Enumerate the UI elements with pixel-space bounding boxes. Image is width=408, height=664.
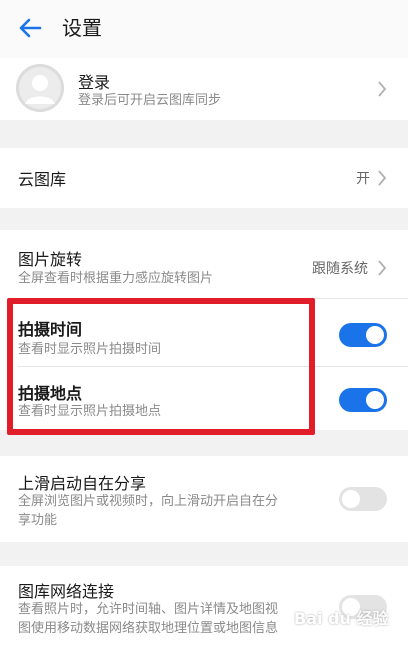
- app-header: 设置: [0, 0, 408, 58]
- network-subtitle-2: 图使用移动数据网络获取地理位置或地图信息: [18, 621, 279, 636]
- shoot-place-title: 拍摄地点: [18, 384, 83, 403]
- image-rotation-subtitle: 全屏查看时根据重力感应旋转图片: [18, 271, 214, 286]
- account-subtitle: 登录后可开启云图库同步: [78, 93, 222, 108]
- chevron-right-icon: [378, 260, 387, 276]
- page-title: 设置: [62, 16, 102, 40]
- cloud-gallery-title: 云图库: [18, 170, 67, 189]
- arrow-left-icon[interactable]: [16, 14, 44, 42]
- account-row[interactable]: 登录 登录后可开启云图库同步: [0, 58, 408, 120]
- chevron-right-icon: [378, 170, 387, 186]
- network-subtitle-1: 查看照片时，允许时间轴、图片详情及地图视: [18, 602, 279, 617]
- toggle-knob: [366, 391, 384, 409]
- cloud-gallery-value: 开: [356, 171, 370, 187]
- toggle-knob: [366, 326, 384, 344]
- watermark: Bai du 经验: [294, 609, 389, 628]
- shoot-place-row[interactable]: 拍摄地点 查看时显示照片拍摄地点: [0, 372, 408, 430]
- divider: [18, 366, 408, 367]
- cloud-gallery-row[interactable]: 云图库 开: [0, 148, 408, 208]
- chevron-right-icon: [378, 81, 387, 97]
- swipe-share-row[interactable]: 上滑启动自在分享 全屏浏览图片或视频时，向上滑动开启自在分 享功能: [0, 456, 408, 542]
- swipe-share-subtitle-2: 享功能: [18, 513, 58, 528]
- shoot-time-toggle[interactable]: [339, 323, 387, 347]
- divider: [18, 298, 408, 299]
- shoot-place-toggle[interactable]: [339, 388, 387, 412]
- swipe-share-toggle[interactable]: [339, 487, 387, 511]
- shoot-time-subtitle: 查看时显示照片拍摄时间: [18, 342, 162, 357]
- image-rotation-title: 图片旋转: [18, 250, 83, 269]
- account-title: 登录: [78, 73, 111, 92]
- shoot-time-row[interactable]: 拍摄时间 查看时显示照片拍摄时间: [0, 308, 408, 366]
- toggle-knob: [342, 490, 360, 508]
- swipe-share-subtitle-1: 全屏浏览图片或视频时，向上滑动开启自在分: [18, 494, 279, 509]
- image-rotation-row[interactable]: 图片旋转 全屏查看时根据重力感应旋转图片 跟随系统: [0, 240, 408, 298]
- shoot-place-subtitle: 查看时显示照片拍摄地点: [18, 404, 162, 419]
- shoot-time-title: 拍摄时间: [18, 320, 83, 339]
- image-rotation-value: 跟随系统: [312, 261, 368, 277]
- swipe-share-title: 上滑启动自在分享: [18, 474, 147, 493]
- network-title: 图库网络连接: [18, 582, 115, 601]
